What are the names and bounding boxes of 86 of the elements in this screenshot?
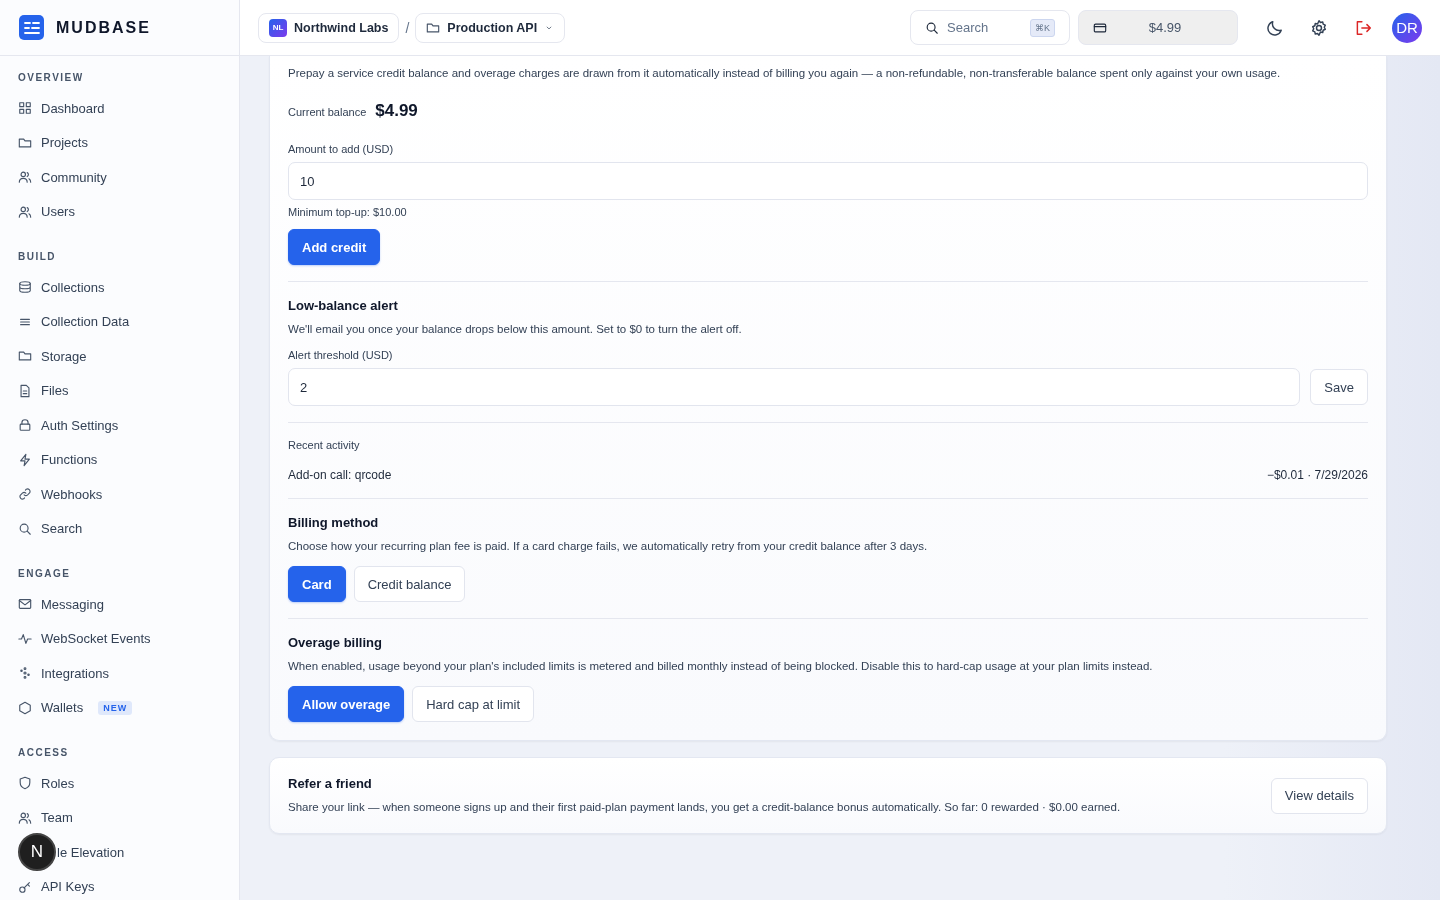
- grid-icon: [18, 101, 32, 116]
- option-button[interactable]: Card: [288, 566, 346, 602]
- brand-name: MUDBASE: [56, 18, 151, 37]
- user-avatar[interactable]: DR: [1392, 12, 1422, 43]
- credit-card-icon: [1093, 20, 1107, 35]
- org-avatar: NL: [269, 18, 287, 37]
- users-icon: [18, 170, 32, 185]
- activity-name: Add-on call: qrcode: [288, 468, 392, 482]
- settings-icon[interactable]: [1310, 18, 1328, 37]
- org-switcher[interactable]: NL Northwind Labs: [258, 12, 400, 43]
- sidebar-item[interactable]: Team: [18, 800, 221, 835]
- section-heading: Low-balance alert: [288, 298, 399, 313]
- sidebar-item[interactable]: Messaging: [18, 587, 221, 622]
- option-button[interactable]: Allow overage: [288, 686, 405, 722]
- sidebar-item[interactable]: Files: [18, 373, 221, 408]
- sidebar-item[interactable]: Wallets NEW: [18, 690, 221, 725]
- sidebar-item[interactable]: Functions: [18, 442, 221, 477]
- dots-icon: [18, 666, 32, 681]
- sidebar-item[interactable]: Community: [18, 160, 221, 195]
- sidebar-item[interactable]: Storage: [18, 339, 221, 374]
- search-field[interactable]: Search ⌘K: [910, 10, 1070, 45]
- search-icon: [18, 521, 32, 536]
- view-details-button[interactable]: View details: [1270, 777, 1368, 814]
- moon-icon[interactable]: [1266, 18, 1284, 37]
- sidebar-item[interactable]: Collections: [18, 270, 221, 305]
- balance-button[interactable]: $4.99: [1078, 10, 1238, 45]
- section-title: ACCESS: [18, 747, 70, 758]
- description: Choose how your recurring plan fee is paid. If a card charge fails, we automatically retry from your credit balance after 3 days.: [288, 539, 929, 554]
- field-label: Alert threshold (USD): [288, 349, 394, 361]
- sidebar-item[interactable]: Roles: [18, 766, 221, 801]
- sidebar-item[interactable]: Search: [18, 511, 221, 546]
- sidebar-item[interactable]: Auth Settings: [18, 408, 221, 443]
- section-title: OVERVIEW: [18, 72, 85, 83]
- description: Share your link — when someone signs up and their first paid-plan payment lands, you get a credit-balance bonus automatically. So far: 0 rewarded · $0.00 earned.: [288, 800, 1122, 815]
- folder-icon: [18, 349, 32, 364]
- sidebar-item[interactable]: WebSocket Events: [18, 621, 221, 656]
- section-heading: Refer a friend: [288, 776, 373, 791]
- users-icon: [18, 204, 32, 219]
- new-badge: NEW: [98, 700, 133, 715]
- section-title: ENGAGE: [18, 568, 72, 579]
- activity-detail: −$0.01 · 7/29/2026: [1266, 468, 1368, 482]
- field-hint: Minimum top-up: $10.00: [288, 206, 408, 218]
- floating-badge[interactable]: N: [18, 833, 56, 872]
- folder-icon: [18, 135, 32, 150]
- sidebar-item[interactable]: API Keys: [18, 869, 221, 900]
- hexagon-icon: [18, 700, 32, 715]
- file-icon: [18, 383, 32, 398]
- pulse-icon: [18, 631, 32, 646]
- amount-field[interactable]: 10: [288, 162, 1368, 200]
- field-label: Amount to add (USD): [288, 143, 395, 155]
- sidebar-item[interactable]: Integrations: [18, 656, 221, 691]
- threshold-field[interactable]: 2: [288, 368, 1301, 406]
- description: We'll email you once your balance drops below this amount. Set to $0 to turn the alert off.: [288, 322, 743, 337]
- folder-icon: [426, 20, 441, 35]
- sidebar-item[interactable]: Webhooks: [18, 477, 221, 512]
- description: Prepay a service credit balance and overage charges are drawn from it automatically instead of billing you again — a non-refundable, non-transferable balance spent only against your own usage.: [288, 66, 1282, 81]
- logo-icon: [19, 15, 44, 40]
- section-heading: Overage billing: [288, 635, 383, 650]
- project-switcher[interactable]: Production API: [415, 12, 566, 43]
- shield-icon: [18, 776, 32, 791]
- users-icon: [18, 810, 32, 825]
- option-button[interactable]: Credit balance: [353, 566, 466, 602]
- option-button[interactable]: Hard cap at limit: [412, 686, 535, 722]
- add-credit-button[interactable]: Add credit: [288, 229, 381, 265]
- logout-icon[interactable]: [1354, 18, 1372, 37]
- breadcrumb-separator: /: [405, 19, 410, 36]
- balance-amount: $4.99: [375, 101, 418, 121]
- shortcut-key: ⌘K: [1030, 18, 1055, 37]
- sidebar-item[interactable]: Dashboard: [18, 91, 221, 126]
- sidebar-item[interactable]: Projects: [18, 125, 221, 160]
- lightning-icon: [18, 452, 32, 467]
- section-label: Recent activity: [288, 439, 361, 451]
- link-icon: [18, 487, 32, 502]
- description: When enabled, usage beyond your plan's included limits is metered and billed monthly instead of being blocked. Disable this to hard-cap usage at your plan limits instead.: [288, 659, 1154, 674]
- search-icon: [925, 20, 939, 35]
- mail-icon: [18, 597, 32, 612]
- sidebar-item[interactable]: Collection Data: [18, 304, 221, 339]
- key-icon: [18, 879, 32, 894]
- lock-icon: [18, 418, 32, 433]
- balance-label: Current balance: [288, 106, 367, 118]
- database-icon: [18, 280, 32, 295]
- sidebar-item[interactable]: N le Elevation: [18, 835, 221, 870]
- sidebar-item[interactable]: Users: [18, 194, 221, 229]
- save-button[interactable]: Save: [1310, 369, 1368, 405]
- section-heading: Billing method: [288, 515, 380, 530]
- section-title: BUILD: [18, 251, 58, 262]
